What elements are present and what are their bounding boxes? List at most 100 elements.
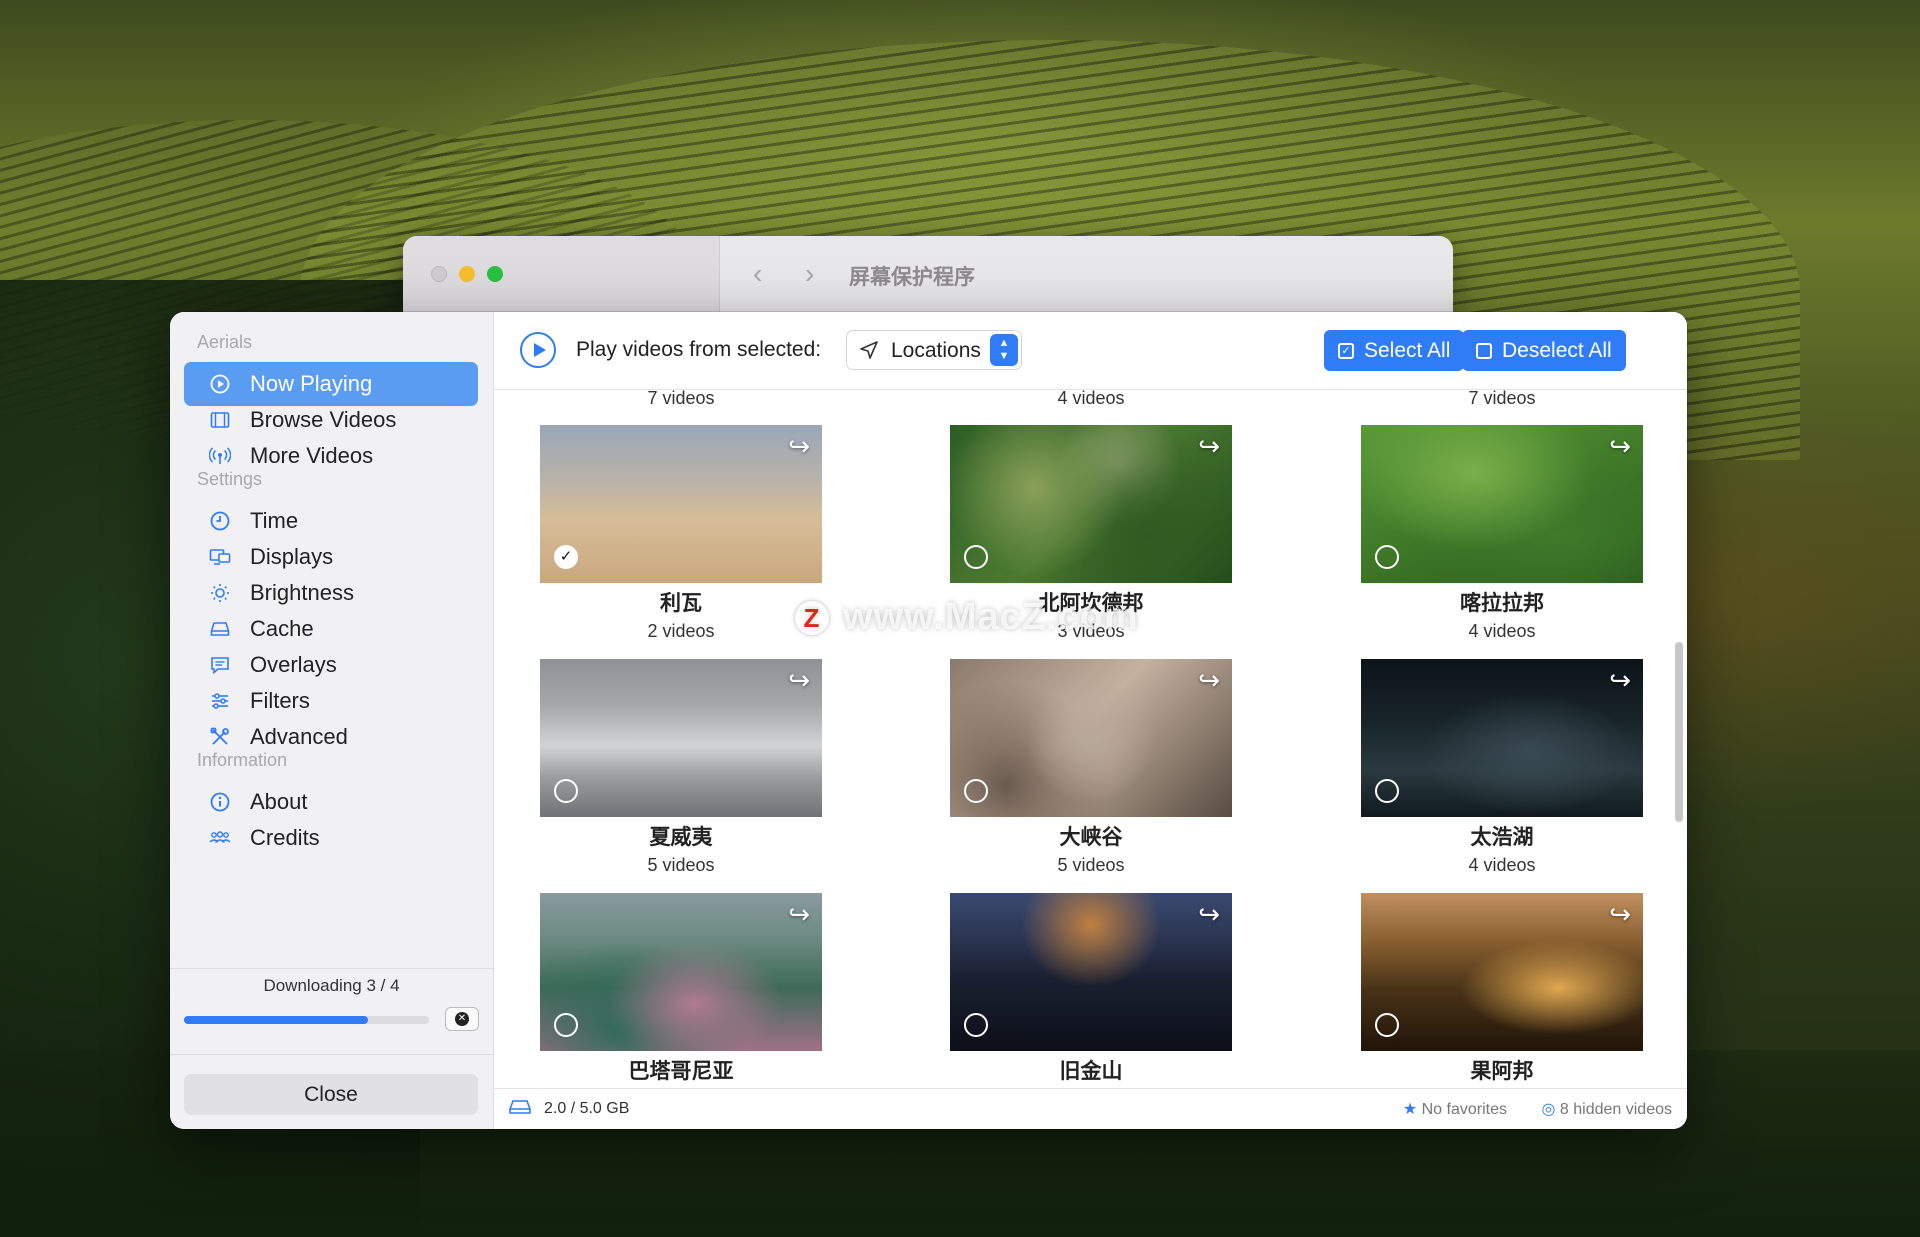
video-count: 4 videos	[1468, 621, 1536, 641]
deselect-all-label: Deselect All	[1502, 338, 1612, 362]
checkbox-checked-icon: ✓	[1338, 342, 1354, 359]
film-icon	[208, 408, 232, 432]
video-count: 4 videos	[1468, 855, 1536, 875]
selection-circle-icon[interactable]	[554, 779, 578, 803]
aerial-settings-sheet: Aerials Now Playing Browse Videos More V…	[170, 312, 1687, 1129]
minimize-traffic-light[interactable]	[459, 266, 475, 282]
play-from-label: Play videos from selected:	[576, 338, 822, 361]
share-icon[interactable]: ↪	[788, 431, 810, 462]
video-thumbnail[interactable]: ↪	[1361, 659, 1643, 817]
sidebar-item-label: About	[250, 789, 308, 814]
main-content: Play videos from selected: Locations ▲ ▼ …	[494, 312, 1687, 1129]
share-icon[interactable]: ↪	[1198, 665, 1220, 696]
video-thumbnail[interactable]: ↪ ✓	[540, 425, 822, 583]
download-progress-fill	[184, 1016, 368, 1024]
favorites-status[interactable]: ★ No favorites	[1403, 1099, 1507, 1119]
sidebar-item-label: Time	[250, 508, 299, 533]
selection-circle-icon[interactable]	[964, 779, 988, 803]
sliders-icon	[208, 689, 232, 713]
select-all-label: Select All	[1364, 338, 1451, 362]
location-title: 夏威夷	[649, 826, 713, 849]
zoom-traffic-light[interactable]	[487, 266, 503, 282]
location-card[interactable]: ↪ 喀拉拉邦 4 videos	[1361, 425, 1643, 642]
hidden-videos-status[interactable]: ◎ 8 hidden videos	[1541, 1099, 1672, 1119]
location-card[interactable]: ↪ 夏威夷 5 videos	[540, 659, 822, 876]
sidebar-item-label: Advanced	[250, 724, 348, 749]
close-icon: ✕	[455, 1012, 469, 1026]
checkbox-empty-icon	[1476, 342, 1492, 359]
location-card[interactable]: ↪ 大峡谷 5 videos	[950, 659, 1232, 876]
source-select[interactable]: Locations ▲ ▼	[846, 330, 1022, 370]
share-icon[interactable]: ↪	[1198, 431, 1220, 462]
selection-circle-icon[interactable]	[554, 1013, 578, 1037]
sidebar-section-aerials: Aerials	[197, 332, 253, 352]
sidebar-divider	[170, 1054, 493, 1055]
cancel-download-button[interactable]: ✕	[445, 1007, 479, 1031]
star-icon: ★	[1402, 1101, 1418, 1118]
share-icon[interactable]: ↪	[788, 899, 810, 930]
video-thumbnail[interactable]: ↪	[1361, 425, 1643, 583]
back-chevron-icon[interactable]: ‹	[753, 258, 762, 290]
selection-circle-icon[interactable]	[1375, 779, 1399, 803]
tools-icon	[208, 725, 232, 749]
location-card[interactable]: ↪ 果阿邦	[1361, 893, 1643, 1081]
disk-icon	[208, 617, 232, 641]
sidebar-item-label: Browse Videos	[250, 407, 397, 432]
toolbar: Play videos from selected: Locations ▲ ▼ …	[494, 312, 1687, 390]
hidden-videos-label: 8 hidden videos	[1559, 1101, 1672, 1118]
selection-circle-icon[interactable]	[1375, 545, 1399, 569]
sidebar-divider	[170, 968, 493, 969]
deselect-all-button[interactable]: Deselect All	[1462, 330, 1626, 371]
location-card[interactable]: ↪ 旧金山	[950, 893, 1232, 1081]
status-bar: 2.0 / 5.0 GB ★ No favorites ◎ 8 hidden v…	[494, 1088, 1687, 1129]
selection-circle-icon[interactable]	[964, 1013, 988, 1037]
location-grid: 7 videos 4 videos 7 videos ↪ ✓ 利瓦 2 vide…	[494, 390, 1687, 1081]
close-button[interactable]: Close	[184, 1074, 478, 1115]
play-icon	[533, 343, 546, 357]
location-card[interactable]: ↪ 巴塔哥尼亚	[540, 893, 822, 1081]
share-icon[interactable]: ↪	[1609, 431, 1631, 462]
partial-video-count: 4 videos	[1057, 390, 1125, 408]
partial-video-count: 7 videos	[1468, 390, 1536, 408]
background-window-title: 屏幕保护程序	[849, 266, 975, 289]
source-select-value: Locations	[891, 339, 981, 362]
play-circle-icon	[208, 372, 232, 396]
video-thumbnail[interactable]: ↪	[950, 425, 1232, 583]
location-title: 大峡谷	[1059, 826, 1123, 849]
sidebar-item-label: Filters	[250, 688, 310, 713]
forward-chevron-icon[interactable]: ›	[805, 258, 814, 290]
watermark-logo-icon: Z	[795, 600, 829, 635]
play-button[interactable]	[520, 332, 556, 368]
selection-circle-icon[interactable]	[964, 545, 988, 569]
sidebar-item-credits[interactable]: Credits	[184, 816, 478, 860]
share-icon[interactable]: ↪	[1198, 899, 1220, 930]
speech-bubble-icon	[208, 653, 232, 677]
video-thumbnail[interactable]: ↪	[540, 893, 822, 1051]
share-icon[interactable]: ↪	[1609, 665, 1631, 696]
video-thumbnail[interactable]: ↪	[540, 659, 822, 817]
video-thumbnail[interactable]: ↪	[950, 893, 1232, 1051]
location-card[interactable]: ↪ ✓ 利瓦 2 videos	[540, 425, 822, 642]
selection-circle-icon[interactable]	[1375, 1013, 1399, 1037]
video-count: 5 videos	[647, 855, 715, 875]
info-icon	[208, 790, 232, 814]
share-icon[interactable]: ↪	[788, 665, 810, 696]
location-title: 利瓦	[660, 592, 702, 615]
sidebar-item-label: Displays	[250, 544, 334, 569]
sidebar-item-label: Cache	[250, 616, 314, 641]
close-traffic-light[interactable]	[431, 266, 447, 282]
displays-icon	[208, 545, 232, 569]
selection-checkmark-icon[interactable]: ✓	[554, 545, 578, 569]
share-icon[interactable]: ↪	[1609, 899, 1631, 930]
people-icon	[208, 826, 232, 850]
download-progress-bar	[184, 1016, 429, 1024]
location-card[interactable]: ↪ 太浩湖 4 videos	[1361, 659, 1643, 876]
grid-scrollbar[interactable]	[1675, 642, 1683, 822]
location-title: 巴塔哥尼亚	[628, 1060, 734, 1081]
sidebar-item-label: Brightness	[250, 580, 354, 605]
video-thumbnail[interactable]: ↪	[1361, 893, 1643, 1051]
video-thumbnail[interactable]: ↪	[950, 659, 1232, 817]
sidebar: Aerials Now Playing Browse Videos More V…	[170, 312, 494, 1129]
select-all-button[interactable]: ✓ Select All	[1324, 330, 1465, 371]
download-status-text: Downloading 3 / 4	[263, 976, 400, 995]
